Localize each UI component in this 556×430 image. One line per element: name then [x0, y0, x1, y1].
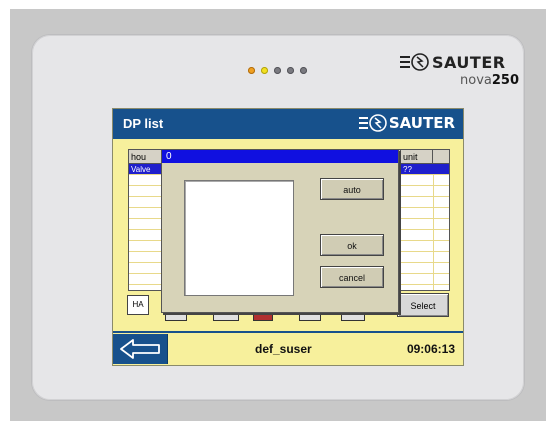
ha-button[interactable]: HA — [127, 295, 149, 315]
select-button[interactable]: Select — [397, 293, 449, 317]
sauter-logo-icon — [400, 53, 429, 71]
status-led-3 — [274, 67, 281, 74]
toolbar-icon-5[interactable] — [341, 312, 365, 321]
row-unit: ?? — [403, 165, 412, 174]
status-led-2 — [261, 67, 268, 74]
device-brand-logo: SAUTER — [400, 52, 506, 72]
sauter-logo-icon — [358, 114, 387, 132]
clock: 09:06:13 — [406, 342, 455, 356]
row-name: Valve — [131, 165, 151, 174]
screen-logo-text: SAUTER — [388, 114, 455, 132]
toolbar-icon-1[interactable] — [165, 312, 187, 321]
status-led-5 — [300, 67, 307, 74]
touch-screen: DP list SAUTER hou unit Valve ?? HA Sele… — [112, 108, 464, 366]
dialog-list-box[interactable] — [184, 180, 294, 296]
status-bar: def_suser 09:06:13 — [113, 331, 463, 365]
device-model: nova250 — [460, 73, 519, 88]
current-user: def_suser — [255, 342, 312, 356]
page-title: DP list — [123, 116, 164, 131]
back-button[interactable] — [113, 334, 168, 364]
back-arrow-icon — [120, 339, 160, 359]
auto-button[interactable]: auto — [320, 178, 384, 200]
status-led-1 — [248, 67, 255, 74]
column-header-unit[interactable]: unit — [401, 150, 433, 164]
device-brand-name: SAUTER — [432, 52, 506, 72]
title-bar: DP list SAUTER — [113, 109, 463, 139]
screen-logo: SAUTER — [358, 113, 455, 133]
toolbar-icon-2[interactable] — [213, 312, 239, 321]
status-leds — [248, 67, 307, 74]
device-model-prefix: nova — [460, 73, 492, 88]
column-header-extra — [433, 150, 449, 164]
status-led-4 — [287, 67, 294, 74]
toolbar-icon-3[interactable] — [253, 312, 273, 321]
value-dialog: 0 auto ok cancel — [161, 149, 399, 313]
cancel-button[interactable]: cancel — [320, 266, 384, 288]
dialog-value-field[interactable]: 0 — [162, 150, 398, 163]
toolbar-icon-4[interactable] — [299, 312, 321, 321]
ok-button[interactable]: ok — [320, 234, 384, 256]
device-model-number: 250 — [491, 73, 519, 88]
